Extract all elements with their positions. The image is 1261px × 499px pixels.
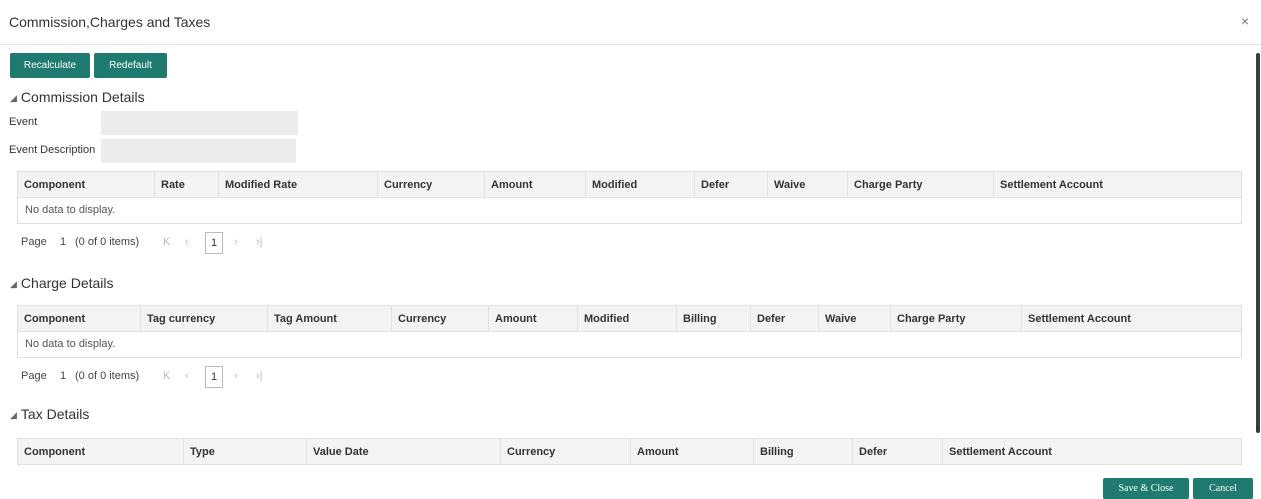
save-close-button[interactable]: Save & Close: [1103, 478, 1189, 499]
column-header[interactable]: Settlement Account: [993, 172, 1241, 198]
tax-table-header: Component Type Value Date Currency Amoun…: [18, 439, 1241, 465]
collapse-icon: ◢: [10, 410, 17, 420]
empty-message: No data to display.: [25, 338, 116, 350]
commission-table: Component Rate Modified Rate Currency Am…: [17, 171, 1242, 224]
column-header[interactable]: Currency: [377, 172, 484, 198]
column-header[interactable]: Type: [183, 439, 306, 465]
column-header[interactable]: Currency: [391, 306, 488, 332]
commission-charges-taxes-dialog: Commission,Charges and Taxes × Recalcula…: [0, 0, 1261, 499]
column-header[interactable]: Settlement Account: [1021, 306, 1241, 332]
column-header[interactable]: Rate: [154, 172, 218, 198]
commission-section-title: Commission Details: [20, 89, 145, 105]
column-header[interactable]: Tag currency: [140, 306, 267, 332]
collapse-icon: ◢: [10, 93, 17, 103]
column-header[interactable]: Charge Party: [847, 172, 993, 198]
column-header[interactable]: Settlement Account: [942, 439, 1241, 465]
column-header[interactable]: Defer: [750, 306, 818, 332]
column-header[interactable]: Tag Amount: [267, 306, 391, 332]
charge-table: Component Tag currency Tag Amount Curren…: [17, 305, 1242, 358]
column-header[interactable]: Modified: [577, 306, 676, 332]
column-header[interactable]: Modified Rate: [218, 172, 377, 198]
charge-section-header[interactable]: ◢ Charge Details: [10, 275, 114, 291]
event-description-label: Event Description: [9, 144, 96, 156]
event-label: Event: [9, 116, 38, 128]
page-label: Page: [21, 236, 47, 248]
vertical-scrollbar[interactable]: [1256, 53, 1260, 433]
recalculate-button[interactable]: Recalculate: [10, 53, 90, 78]
column-header[interactable]: Amount: [484, 172, 585, 198]
charge-section-title: Charge Details: [20, 275, 114, 291]
page-number: 1: [60, 370, 67, 382]
current-page-box[interactable]: 1: [205, 232, 223, 254]
tax-table: Component Type Value Date Currency Amoun…: [17, 438, 1242, 466]
column-header[interactable]: Value Date: [306, 439, 500, 465]
page-items-count: (0 of 0 items): [75, 236, 140, 248]
previous-page-icon[interactable]: ‹: [185, 370, 189, 382]
current-page-box[interactable]: 1: [205, 366, 223, 388]
empty-message: No data to display.: [25, 204, 116, 216]
column-header[interactable]: Amount: [630, 439, 753, 465]
column-header[interactable]: Defer: [852, 439, 942, 465]
commission-pager: Page 1 (0 of 0 items) K ‹ 1 › ›|: [21, 232, 281, 256]
column-header[interactable]: Component: [18, 306, 140, 332]
last-page-icon[interactable]: ›|: [256, 370, 263, 382]
first-page-icon[interactable]: K: [163, 236, 170, 248]
charge-table-header: Component Tag currency Tag Amount Curren…: [18, 306, 1241, 332]
page-items-count: (0 of 0 items): [75, 370, 140, 382]
last-page-icon[interactable]: ›|: [256, 236, 263, 248]
dialog-titlebar: Commission,Charges and Taxes ×: [0, 0, 1261, 45]
column-header[interactable]: Component: [18, 439, 183, 465]
page-number: 1: [60, 236, 67, 248]
first-page-icon[interactable]: K: [163, 370, 170, 382]
column-header[interactable]: Billing: [676, 306, 750, 332]
column-header[interactable]: Defer: [694, 172, 767, 198]
commission-section-header[interactable]: ◢ Commission Details: [10, 89, 145, 105]
column-header[interactable]: Charge Party: [890, 306, 1021, 332]
column-header[interactable]: Currency: [500, 439, 630, 465]
close-icon[interactable]: ×: [1241, 13, 1249, 29]
commission-table-header: Component Rate Modified Rate Currency Am…: [18, 172, 1241, 198]
column-header[interactable]: Modified: [585, 172, 694, 198]
column-header[interactable]: Billing: [753, 439, 852, 465]
previous-page-icon[interactable]: ‹: [185, 236, 189, 248]
charge-pager: Page 1 (0 of 0 items) K ‹ 1 › ›|: [21, 366, 281, 390]
dialog-title: Commission,Charges and Taxes: [9, 14, 211, 30]
column-header[interactable]: Waive: [818, 306, 890, 332]
next-page-icon[interactable]: ›: [234, 236, 238, 248]
event-description-field[interactable]: [101, 139, 296, 163]
collapse-icon: ◢: [10, 279, 17, 289]
column-header[interactable]: Waive: [767, 172, 847, 198]
column-header[interactable]: Component: [18, 172, 154, 198]
event-field[interactable]: [101, 111, 298, 135]
column-header[interactable]: Amount: [488, 306, 577, 332]
cancel-button[interactable]: Cancel: [1193, 478, 1253, 499]
next-page-icon[interactable]: ›: [234, 370, 238, 382]
tax-section-header[interactable]: ◢ Tax Details: [10, 406, 89, 422]
page-label: Page: [21, 370, 47, 382]
redefault-button[interactable]: Redefault: [94, 53, 167, 78]
tax-section-title: Tax Details: [20, 406, 90, 422]
